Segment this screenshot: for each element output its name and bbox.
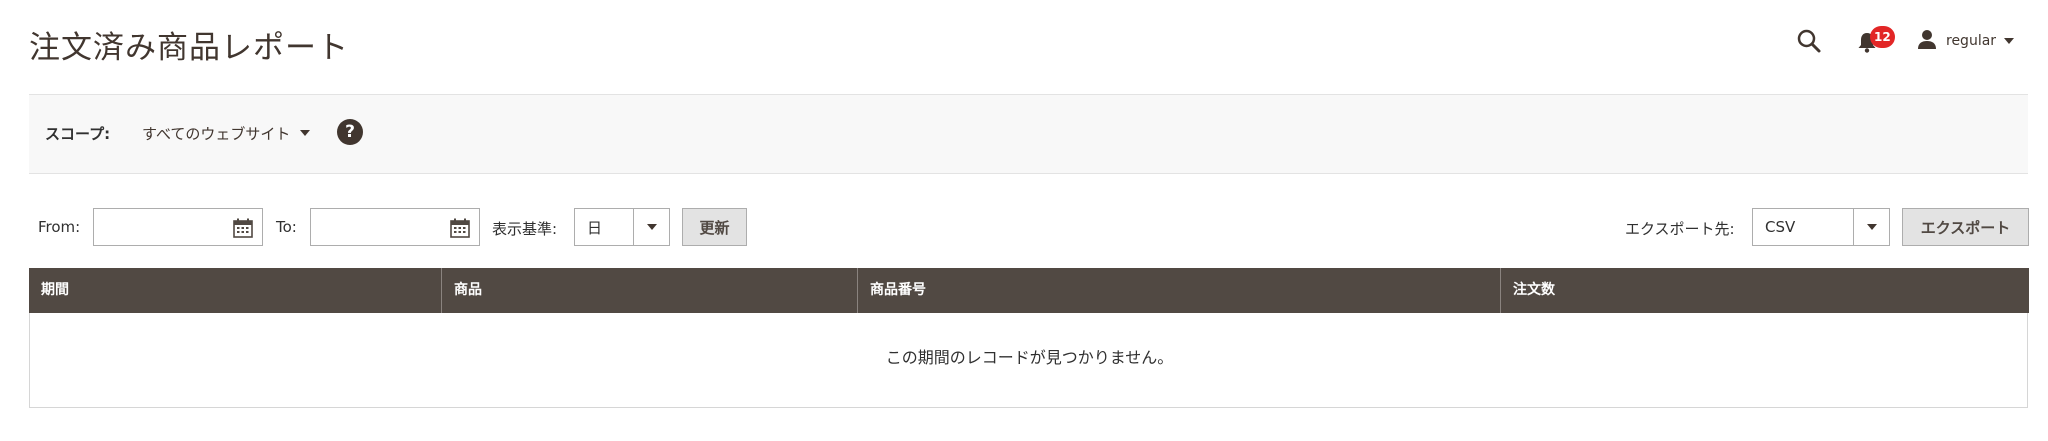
to-label: To: xyxy=(276,218,297,236)
export-button[interactable]: エクスポート xyxy=(1902,208,2029,246)
user-menu[interactable]: regular xyxy=(1916,27,2015,55)
page-header: 注文済み商品レポート 12 regular xyxy=(0,0,2048,90)
scope-label: スコープ: xyxy=(45,125,111,143)
from-label: From: xyxy=(38,218,81,236)
calendar-icon[interactable] xyxy=(232,217,254,239)
to-date-field[interactable] xyxy=(310,208,480,246)
period-select[interactable]: 日 xyxy=(574,208,670,246)
column-product[interactable]: 商品 xyxy=(442,268,858,313)
period-value: 日 xyxy=(587,218,603,237)
export-label: エクスポート先: xyxy=(1625,220,1735,238)
export-format-select[interactable]: CSV xyxy=(1752,208,1890,246)
grid-header: 期間 商品 商品番号 注文数 xyxy=(29,268,2029,313)
chevron-down-icon xyxy=(300,130,311,136)
user-name: regular xyxy=(1946,33,1997,49)
filter-row: From: To: 表示基準: 日 更新 エクスポート先: CSV エクスポート xyxy=(0,206,2048,250)
help-icon[interactable]: ? xyxy=(337,119,363,145)
export-format-value: CSV xyxy=(1765,218,1796,236)
period-label: 表示基準: xyxy=(492,220,558,238)
calendar-icon[interactable] xyxy=(449,217,471,239)
chevron-down-icon xyxy=(633,209,669,245)
notification-badge[interactable]: 12 xyxy=(1870,26,1895,48)
chevron-down-icon xyxy=(1853,209,1889,245)
scope-switcher[interactable]: すべてのウェブサイト xyxy=(142,121,311,145)
scope-bar: スコープ: すべてのウェブサイト ? xyxy=(29,94,2028,174)
refresh-button[interactable]: 更新 xyxy=(682,208,747,246)
scope-selected: すべてのウェブサイト xyxy=(142,124,291,143)
from-date-field[interactable] xyxy=(93,208,263,246)
page-title: 注文済み商品レポート xyxy=(29,30,349,66)
search-icon[interactable] xyxy=(1796,28,1822,54)
column-period[interactable]: 期間 xyxy=(29,268,442,313)
report-grid: 期間 商品 商品番号 注文数 この期間のレコードが見つかりません。 xyxy=(29,268,2029,408)
chevron-down-icon xyxy=(2004,38,2015,44)
column-sku[interactable]: 商品番号 xyxy=(858,268,1501,313)
empty-message: この期間のレコードが見つかりません。 xyxy=(885,348,1174,367)
column-order-qty[interactable]: 注文数 xyxy=(1501,268,2029,313)
user-icon xyxy=(1916,28,1938,54)
